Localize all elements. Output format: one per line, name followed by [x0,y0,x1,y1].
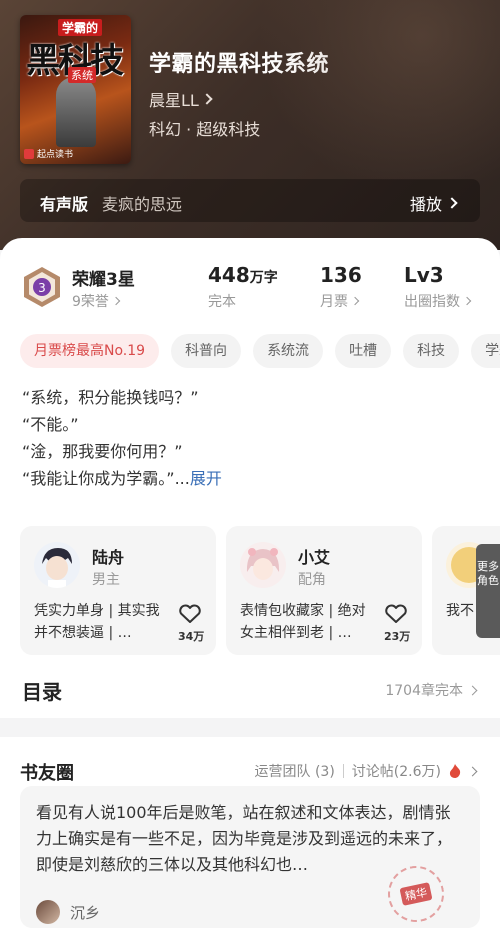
table-of-contents-row[interactable]: 目录 1704章完本 [0,668,500,718]
badge-number: 3 [38,281,46,295]
tag-chip[interactable]: 系统流 [253,334,324,368]
honor-count: 9荣誉 [72,294,109,310]
intro-line: “不能。” [22,415,79,434]
character-name: 小艾 [298,548,331,567]
character-list: 陆舟 男主 凭实力单身 | 其实我并不想装逼 | … 34万 小艾 配角 表情包… [20,526,500,655]
fire-icon [449,764,461,778]
post-user[interactable]: 沉乡 [36,900,100,924]
book-genre: 科幻 · 超级科技 [149,120,261,139]
post-username: 沉乡 [70,903,101,922]
tag-list: 月票榜最高No.19 科普向系统流吐槽科技学霸 [20,334,500,368]
chevron-right-icon [446,197,458,209]
words-unit: 万字 [249,270,278,286]
friends-title: 书友圈 [20,763,74,784]
publisher-label: 起点读书 [37,150,74,160]
chevron-right-icon [467,766,478,776]
discussion-count: 讨论帖(2.6万) [351,764,441,780]
tag-chip[interactable]: 科普向 [171,334,242,368]
heart-icon[interactable] [384,604,408,624]
intro-line: “系统，积分能换钱吗？” [22,388,199,407]
play-label: 播放 [409,195,442,214]
featured-post[interactable]: 看见有人说100年后是败笔，站在叙述和文体表达，剧情张力上确实是有一些不足，因为… [20,786,480,928]
tickets-value: 136 [320,263,362,287]
character-role: 男主 [92,572,120,588]
book-cover[interactable]: 学霸的 黑科技 系统 起点读书 [20,15,131,164]
character-name: 陆舟 [92,548,125,567]
character-card[interactable]: 陆舟 男主 凭实力单身 | 其实我并不想装逼 | … 34万 [20,526,216,655]
words-label: 完本 [208,294,236,310]
honor-badge-icon[interactable]: 3 [22,266,62,308]
audio-label: 有声版 [40,195,89,214]
author-name: 晨星LL [149,91,199,110]
tag-chip[interactable]: 学霸 [471,334,500,368]
character-role: 配角 [298,572,326,588]
play-button[interactable]: 播放 [409,191,458,215]
stat-level[interactable]: Lv3 出圈指数 [404,263,472,311]
book-title: 学霸的黑科技系统 [149,52,330,77]
book-friends-section: 书友圈 运营团队 (3) 讨论帖(2.6万) 看见有人说100年后是败笔，站在叙… [0,737,500,928]
ops-team: 运营团队 (3) [254,764,335,780]
chevron-right-icon [111,296,121,306]
intro-ellipsis: ... [174,469,190,488]
book-detail-card: 3 荣耀3星 9荣誉 448万字 完本 136 月票 Lv3 出圈指数 月票榜最… [0,238,500,718]
book-intro: “系统，积分能换钱吗？” “不能。” “淦，那我要你何用？” “我能让你成为学霸… [22,384,222,492]
chevron-right-icon [467,685,478,695]
chevron-right-icon [462,296,472,306]
tag-chip[interactable]: 吐槽 [335,334,392,368]
intro-line: “淦，那我要你何用？” [22,442,183,461]
friends-meta[interactable]: 运营团队 (3) 讨论帖(2.6万) [254,761,478,781]
honor-name: 荣耀3星 [72,270,135,290]
chevron-right-icon [350,296,360,306]
avatar [36,900,60,924]
level-label: 出圈指数 [404,294,460,310]
cover-sub-tag: 系统 [68,67,96,83]
more-roles-tab[interactable]: 更多角色 [476,544,500,638]
audio-version-bar[interactable]: 有声版 麦疯的思远 播放 [20,179,480,222]
publisher-logo-icon [24,148,34,159]
divider [342,764,344,778]
heart-icon[interactable] [178,604,202,624]
audio-reader: 麦疯的思远 [102,195,183,214]
toc-info: 1704章完本 [385,680,478,700]
character-avatar [34,542,80,588]
intro-line-last: “我能让你成为学霸。”...展开 [22,465,222,492]
expand-link[interactable]: 展开 [190,469,222,488]
character-desc: 表情包收藏家 | 绝对女主相伴到老 | … [240,603,366,641]
toc-title: 目录 [22,680,62,704]
tag-chip[interactable]: 科技 [403,334,460,368]
cover-figure [56,77,96,147]
chevron-right-icon [201,93,213,105]
like-count: 23万 [384,630,411,643]
post-text: 看见有人说100年后是败笔，站在叙述和文体表达，剧情张力上确实是有一些不足，因为… [36,803,453,874]
stamp-label: 精华 [399,882,433,906]
stat-words: 448万字 完本 [208,263,278,311]
like-count: 34万 [178,630,205,643]
character-avatar [240,542,286,588]
words-value: 448 [208,263,250,287]
honor-link[interactable]: 9荣誉 [72,291,121,311]
level-value: Lv3 [404,263,444,287]
chapter-count: 1704章完本 [385,683,463,699]
character-desc: 凭实力单身 | 其实我并不想装逼 | … [34,603,160,641]
cover-publisher: 起点读书 [24,147,73,160]
intro-line: “我能让你成为学霸。” [22,469,175,488]
tag-chip-rank[interactable]: 月票榜最高No.19 [20,334,160,368]
tickets-label: 月票 [320,294,348,310]
author-link[interactable]: 晨星LL [149,87,213,111]
book-header: 学霸的 黑科技 系统 起点读书 学霸的黑科技系统 晨星LL 科幻 · 超级科技 … [0,0,500,250]
character-card[interactable]: 小艾 配角 表情包收藏家 | 绝对女主相伴到老 | … 23万 [226,526,422,655]
stat-tickets[interactable]: 136 月票 [320,263,362,311]
